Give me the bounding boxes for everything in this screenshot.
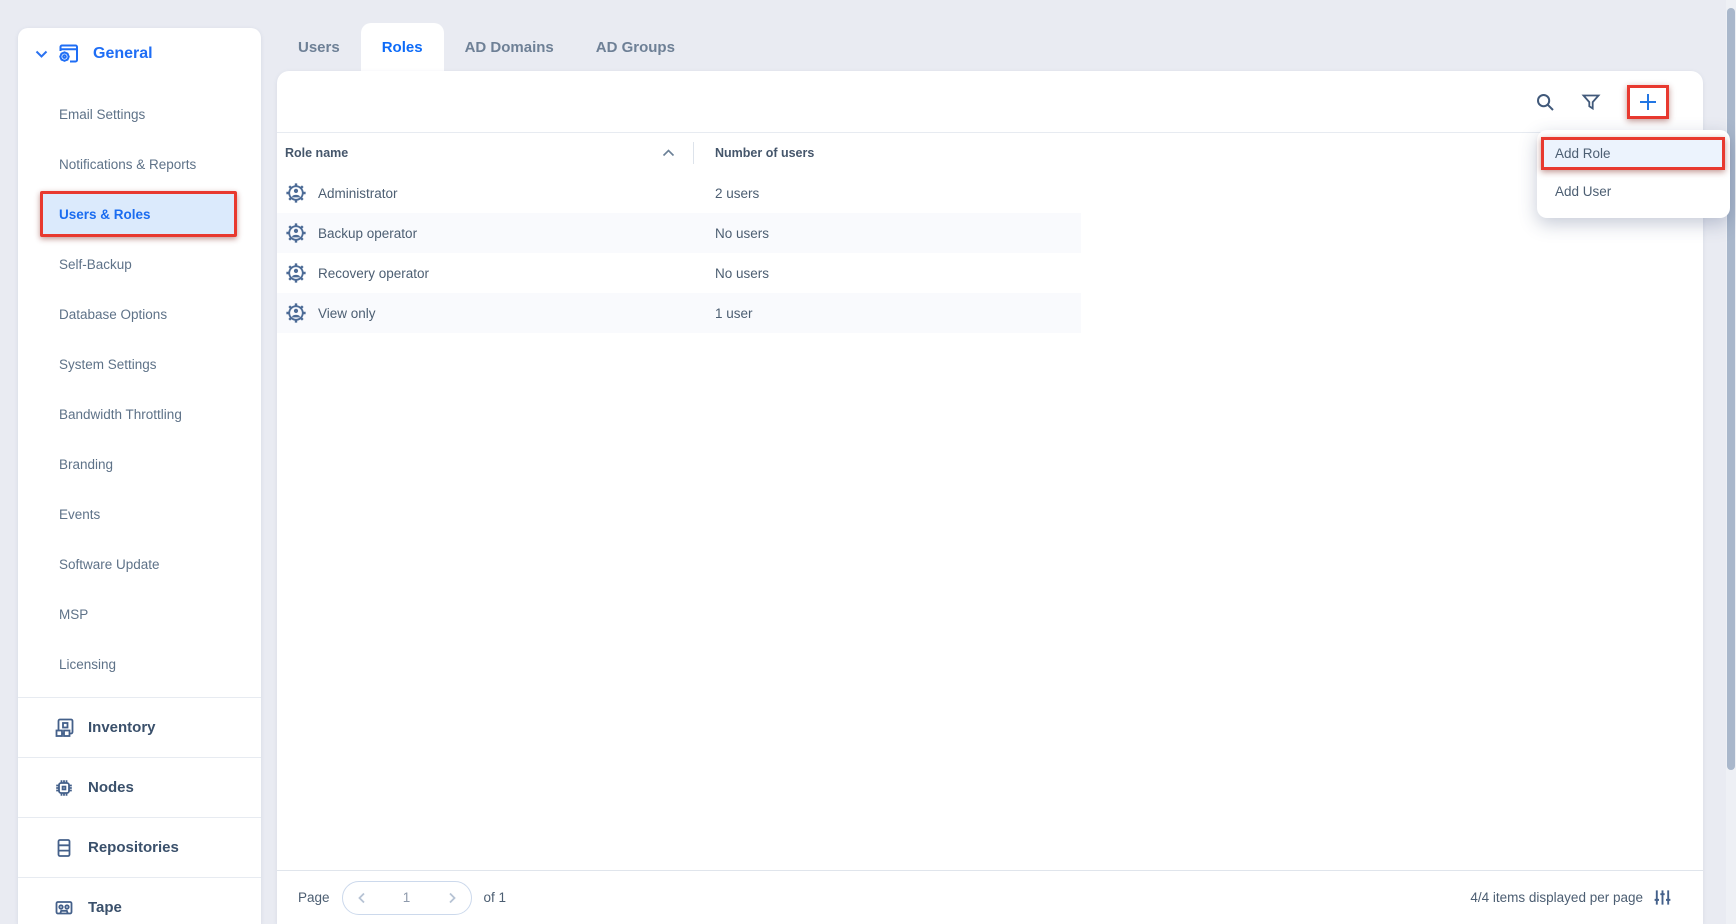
sidebar-item[interactable]: Notifications & Reports xyxy=(18,139,261,189)
sidebar-section-label: Repositories xyxy=(88,839,179,856)
sidebar-item-label: Bandwidth Throttling xyxy=(59,407,182,422)
nodes-icon xyxy=(52,776,76,800)
roles-panel: Role name Number of users xyxy=(277,71,1703,924)
role-user-count: 2 users xyxy=(715,186,759,201)
sidebar-section-label: Nodes xyxy=(88,779,134,796)
page-control: 1 xyxy=(342,881,472,915)
add-icon[interactable] xyxy=(1637,91,1659,113)
column-header-role-name[interactable]: Role name xyxy=(285,146,348,160)
sidebar-section[interactable]: Tape xyxy=(18,877,261,924)
sidebar-item[interactable]: Branding xyxy=(18,439,261,489)
role-icon xyxy=(285,182,307,204)
add-dropdown-menu: Add Role Add User xyxy=(1537,130,1730,218)
next-page-icon[interactable] xyxy=(447,892,457,904)
sidebar-item-label: Email Settings xyxy=(59,107,145,122)
tab-label: AD Domains xyxy=(465,39,554,56)
tab[interactable]: Users xyxy=(277,23,361,71)
table-header: Role name Number of users xyxy=(277,133,1081,173)
current-page-value[interactable]: 1 xyxy=(403,890,411,905)
pagination-footer: Page 1 of 1 4/4 items displayed per page xyxy=(277,870,1703,924)
tab[interactable]: AD Groups xyxy=(575,23,696,71)
tab-label: Users xyxy=(298,39,340,56)
tab-bar: Users Roles AD Domains AD Groups xyxy=(277,23,696,71)
filter-icon[interactable] xyxy=(1581,92,1601,112)
sidebar-section[interactable]: Repositories xyxy=(18,817,261,877)
role-icon xyxy=(285,302,307,324)
chevron-down-icon xyxy=(35,50,48,59)
tab[interactable]: AD Domains xyxy=(444,23,575,71)
sidebar-item-list: Email Settings Notifications & Reports U… xyxy=(18,89,261,689)
sidebar-item[interactable]: Users & Roles xyxy=(18,189,261,239)
table-row[interactable]: Recovery operator No users xyxy=(277,253,1081,293)
pager: Page 1 of 1 xyxy=(298,881,506,915)
page-of-label: of 1 xyxy=(484,890,507,905)
sidebar-item[interactable]: System Settings xyxy=(18,339,261,389)
role-name: Backup operator xyxy=(318,226,417,241)
sidebar-item[interactable]: Licensing xyxy=(18,639,261,689)
table-row[interactable]: Administrator 2 users xyxy=(277,173,1081,213)
sidebar-item-label: Database Options xyxy=(59,307,167,322)
sidebar-item-label: Events xyxy=(59,507,100,522)
tab-label: Roles xyxy=(382,39,423,56)
table-body: Administrator 2 users xyxy=(277,173,1081,333)
toolbar xyxy=(277,71,1703,133)
table-row[interactable]: View only 1 user xyxy=(277,293,1081,333)
page-label: Page xyxy=(298,890,330,905)
sidebar-item-label: Notifications & Reports xyxy=(59,157,196,172)
sidebar-section-label: Tape xyxy=(88,899,122,916)
sort-ascending-icon[interactable] xyxy=(662,149,675,157)
tab[interactable]: Roles xyxy=(361,23,444,71)
sidebar-item[interactable]: MSP xyxy=(18,589,261,639)
sidebar-group-label: General xyxy=(93,45,153,63)
menu-item[interactable]: Add Role xyxy=(1541,137,1725,170)
sidebar-item-label: Licensing xyxy=(59,657,116,672)
role-user-count: No users xyxy=(715,226,769,241)
column-header-number-of-users[interactable]: Number of users xyxy=(715,146,814,160)
roles-table: Role name Number of users xyxy=(277,133,1081,333)
tab-label: AD Groups xyxy=(596,39,675,56)
repositories-icon xyxy=(52,836,76,860)
sidebar-item-label: System Settings xyxy=(59,357,157,372)
scrollbar-thumb[interactable] xyxy=(1727,8,1735,770)
annotation-box-add-button xyxy=(1627,85,1669,119)
role-name: View only xyxy=(318,306,376,321)
role-icon xyxy=(285,262,307,284)
sidebar-item[interactable]: Database Options xyxy=(18,289,261,339)
sidebar-item-label: Branding xyxy=(59,457,113,472)
sidebar-item[interactable]: Bandwidth Throttling xyxy=(18,389,261,439)
sidebar-item[interactable]: Self-Backup xyxy=(18,239,261,289)
role-name: Recovery operator xyxy=(318,266,429,281)
sidebar-section-list: Inventory Nodes Repositories Tape xyxy=(18,697,261,924)
search-icon[interactable] xyxy=(1535,92,1555,112)
role-icon xyxy=(285,222,307,244)
sidebar-section[interactable]: Nodes xyxy=(18,757,261,817)
role-user-count: 1 user xyxy=(715,306,753,321)
items-per-page-label: 4/4 items displayed per page xyxy=(1470,890,1643,905)
role-user-count: No users xyxy=(715,266,769,281)
sidebar-group-general[interactable]: General xyxy=(18,28,261,80)
menu-item-label: Add User xyxy=(1555,184,1611,199)
general-settings-icon xyxy=(55,41,82,67)
sidebar-item[interactable]: Email Settings xyxy=(18,89,261,139)
inventory-icon xyxy=(52,716,76,740)
items-per-page: 4/4 items displayed per page xyxy=(1470,888,1672,907)
sidebar-item-label: MSP xyxy=(59,607,88,622)
column-divider xyxy=(693,142,694,164)
sidebar-section[interactable]: Inventory xyxy=(18,697,261,757)
settings-sidebar: General Email Settings Notifications & R… xyxy=(18,28,261,924)
sidebar-item[interactable]: Events xyxy=(18,489,261,539)
items-per-page-settings-icon[interactable] xyxy=(1653,888,1672,907)
sidebar-item[interactable]: Software Update xyxy=(18,539,261,589)
table-row[interactable]: Backup operator No users xyxy=(277,213,1081,253)
menu-item-label: Add Role xyxy=(1555,146,1611,161)
previous-page-icon[interactable] xyxy=(357,892,367,904)
sidebar-item-label: Software Update xyxy=(59,557,160,572)
menu-item[interactable]: Add User xyxy=(1537,173,1730,210)
sidebar-item-label: Self-Backup xyxy=(59,257,132,272)
tape-icon xyxy=(52,896,76,920)
sidebar-section-label: Inventory xyxy=(88,719,156,736)
sidebar-item-label: Users & Roles xyxy=(59,207,151,222)
role-name: Administrator xyxy=(318,186,398,201)
